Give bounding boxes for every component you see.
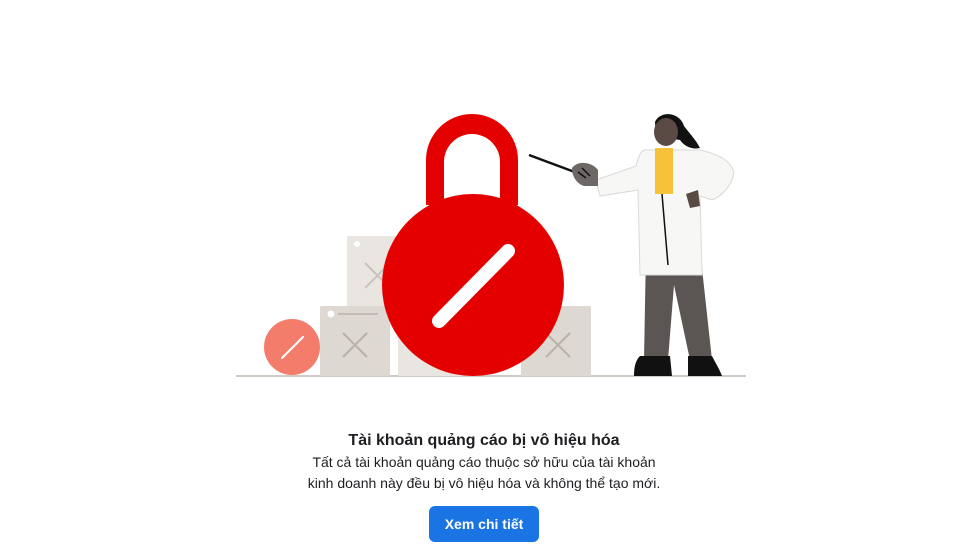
- disabled-badge-icon: [264, 319, 320, 375]
- padlock-icon: [382, 114, 564, 376]
- view-details-button[interactable]: Xem chi tiết: [428, 506, 540, 542]
- notice-title: Tài khoản quảng cáo bị vô hiệu hóa: [348, 432, 620, 449]
- disabled-notice: Tài khoản quảng cáo bị vô hiệu hóa Tất c…: [0, 430, 968, 542]
- disabled-accounts-illustration: [236, 114, 746, 377]
- disabled-ad-accounts-screen: Tài khoản quảng cáo bị vô hiệu hóa Tất c…: [0, 0, 968, 555]
- front-left-box: [320, 306, 390, 376]
- notice-description-line2: kinh doanh này đều bị vô hiệu hóa và khô…: [307, 475, 661, 491]
- woman-pointing-figure: [572, 114, 735, 376]
- notice-description-line1: Tất cả tài khoản quảng cáo thuộc sở hữu …: [312, 454, 656, 470]
